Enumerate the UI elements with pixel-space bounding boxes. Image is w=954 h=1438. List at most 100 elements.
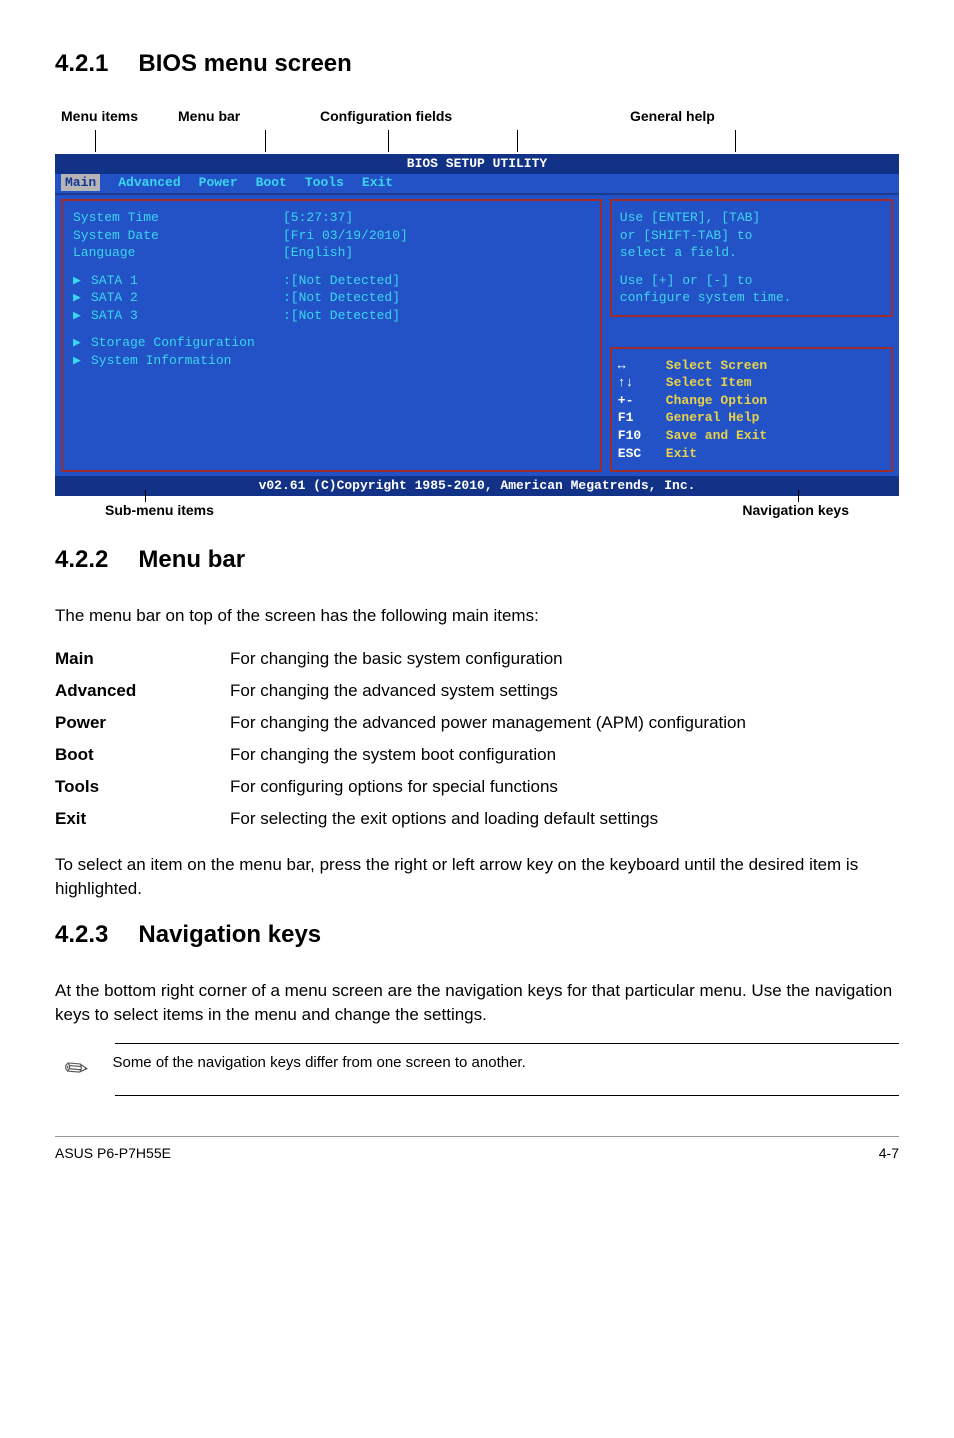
value-language: [English] — [283, 244, 353, 262]
table-row: MainFor changing the basic system config… — [55, 643, 899, 675]
label-config-fields: Configuration fields — [290, 108, 550, 124]
row-language[interactable]: Language [English] — [73, 244, 590, 262]
label-menu-bar: Menu bar — [160, 108, 290, 124]
heading-423-num: 4.2.3 — [55, 921, 108, 948]
bios-right-panel: Use [ENTER], [TAB] or [SHIFT-TAB] to sel… — [610, 199, 893, 472]
nav-desc: Select Item — [666, 374, 752, 392]
label-system-date: System Date — [73, 227, 283, 245]
bios-body: System Time [5:27:37] System Date [Fri 0… — [55, 193, 899, 476]
submenu-arrow-icon: ▶ — [73, 289, 91, 307]
submenu-arrow-icon: ▶ — [73, 334, 91, 352]
tick-line — [735, 130, 736, 152]
bottom-label-row: Sub-menu items Navigation keys — [55, 502, 899, 518]
table-row: BootFor changing the system boot configu… — [55, 739, 899, 771]
table-row: ToolsFor configuring options for special… — [55, 771, 899, 803]
para-423: At the bottom right corner of a menu scr… — [55, 979, 899, 1027]
help-line: or [SHIFT-TAB] to — [620, 227, 883, 245]
label-menu-items: Menu items — [55, 108, 160, 124]
value-system-time: [5:27:37] — [283, 209, 353, 227]
nav-key: ↑↓ — [618, 374, 666, 392]
label-sata1: SATA 1 — [91, 273, 138, 288]
nav-key: F1 — [618, 409, 666, 427]
heading-423: 4.2.3Navigation keys — [55, 921, 899, 949]
cell-val: For changing the basic system configurat… — [230, 643, 899, 675]
cell-key: Tools — [55, 771, 230, 803]
value-sata3: :[Not Detected] — [283, 307, 400, 325]
nav-desc: Change Option — [666, 392, 767, 410]
help-line: Use [ENTER], [TAB] — [620, 209, 883, 227]
submenu-arrow-icon: ▶ — [73, 307, 91, 325]
help-line: select a field. — [620, 244, 883, 262]
label-language: Language — [73, 244, 283, 262]
nav-key: ↔ — [618, 357, 666, 375]
note-box: ✎ Some of the navigation keys differ fro… — [115, 1043, 899, 1096]
table-row: ExitFor selecting the exit options and l… — [55, 803, 899, 835]
cell-val: For configuring options for special func… — [230, 771, 899, 803]
nav-key: ESC — [618, 445, 666, 463]
tick-line — [517, 130, 518, 152]
bios-tab-power[interactable]: Power — [199, 174, 238, 192]
bios-title: BIOS SETUP UTILITY — [55, 154, 899, 174]
heading-422-title: Menu bar — [138, 546, 245, 573]
label-sata2: SATA 2 — [91, 290, 138, 305]
bios-tab-bar: Main Advanced Power Boot Tools Exit — [55, 174, 899, 194]
table-row: AdvancedFor changing the advanced system… — [55, 675, 899, 707]
nav-key: +- — [618, 392, 666, 410]
value-sata1: :[Not Detected] — [283, 272, 400, 290]
nav-desc: Exit — [666, 445, 697, 463]
heading-421-num: 4.2.1 — [55, 50, 108, 77]
row-sata3[interactable]: ▶SATA 3 :[Not Detected] — [73, 307, 590, 325]
label-system-time: System Time — [73, 209, 283, 227]
cell-key: Main — [55, 643, 230, 675]
row-system-time[interactable]: System Time [5:27:37] — [73, 209, 590, 227]
row-storage-config[interactable]: ▶Storage Configuration — [73, 334, 590, 352]
note-text: Some of the navigation keys differ from … — [112, 1054, 525, 1071]
value-sata2: :[Not Detected] — [283, 289, 400, 307]
heading-422: 4.2.2Menu bar — [55, 546, 899, 574]
label-storage-config: Storage Configuration — [91, 335, 255, 350]
bios-left-panel: System Time [5:27:37] System Date [Fri 0… — [61, 199, 602, 472]
bios-screenshot: BIOS SETUP UTILITY Main Advanced Power B… — [55, 154, 899, 496]
cell-key: Power — [55, 707, 230, 739]
cell-key: Advanced — [55, 675, 230, 707]
label-submenu-items: Sub-menu items — [55, 502, 235, 518]
label-general-help: General help — [550, 108, 899, 124]
cell-val: For changing the advanced system setting… — [230, 675, 899, 707]
tick-line — [265, 130, 266, 152]
nav-desc: General Help — [666, 409, 760, 427]
submenu-arrow-icon: ▶ — [73, 352, 91, 370]
cell-val: For changing the system boot configurati… — [230, 739, 899, 771]
bios-tab-tools[interactable]: Tools — [305, 174, 344, 192]
label-sata3: SATA 3 — [91, 308, 138, 323]
row-sata1[interactable]: ▶SATA 1 :[Not Detected] — [73, 272, 590, 290]
tick-row-top — [55, 130, 899, 154]
bios-tab-boot[interactable]: Boot — [256, 174, 287, 192]
bios-tab-advanced[interactable]: Advanced — [118, 174, 180, 192]
help-line: configure system time. — [620, 289, 883, 307]
nav-desc: Save and Exit — [666, 427, 767, 445]
nav-desc: Select Screen — [666, 357, 767, 375]
menu-bar-table: MainFor changing the basic system config… — [55, 643, 899, 835]
para-422-outro: To select an item on the menu bar, press… — [55, 853, 899, 901]
footer-left: ASUS P6-P7H55E — [55, 1145, 171, 1161]
heading-421: 4.2.1BIOS menu screen — [55, 50, 899, 78]
cell-key: Boot — [55, 739, 230, 771]
cell-key: Exit — [55, 803, 230, 835]
row-system-info[interactable]: ▶System Information — [73, 352, 590, 370]
bios-tab-main[interactable]: Main — [61, 174, 100, 192]
nav-key: F10 — [618, 427, 666, 445]
bios-tab-exit[interactable]: Exit — [362, 174, 393, 192]
para-422-intro: The menu bar on top of the screen has th… — [55, 604, 899, 628]
label-system-info: System Information — [91, 353, 231, 368]
tick-line — [95, 130, 96, 152]
bios-nav-box: ↔Select Screen ↑↓Select Item +-Change Op… — [610, 347, 893, 472]
page-footer: ASUS P6-P7H55E 4-7 — [55, 1136, 899, 1161]
bios-help-box: Use [ENTER], [TAB] or [SHIFT-TAB] to sel… — [610, 199, 893, 317]
top-label-row: Menu items Menu bar Configuration fields… — [55, 108, 899, 124]
table-row: PowerFor changing the advanced power man… — [55, 707, 899, 739]
tick-line — [798, 490, 799, 502]
row-system-date[interactable]: System Date [Fri 03/19/2010] — [73, 227, 590, 245]
row-sata2[interactable]: ▶SATA 2 :[Not Detected] — [73, 289, 590, 307]
label-navigation-keys: Navigation keys — [235, 502, 899, 518]
pencil-icon: ✎ — [57, 1048, 96, 1088]
